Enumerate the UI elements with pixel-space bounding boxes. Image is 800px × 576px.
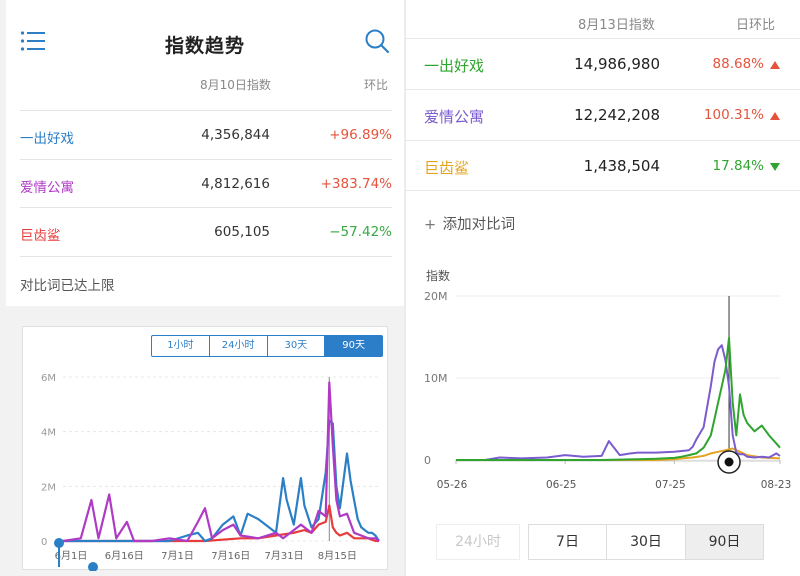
left-line-chart[interactable]: 02M4M6M6月1日 6月16日 7月1日 7月16日 7月31日 8月15日 xyxy=(23,327,389,571)
keyword-index-value: 1,438,504 xyxy=(583,157,660,175)
add-compare-button[interactable]: + 添加对比词 xyxy=(424,213,515,234)
range-start-handle[interactable] xyxy=(54,538,64,548)
add-compare-label: 添加对比词 xyxy=(442,217,516,233)
page-title: 指数趋势 xyxy=(164,35,245,57)
triangle-up-icon xyxy=(770,61,780,69)
y-tick-label: 10M xyxy=(424,372,448,385)
range-30-days-button[interactable]: 30日 xyxy=(606,524,685,560)
list-item[interactable]: 巨齿鲨 605,105 −57.42% xyxy=(20,207,392,256)
keyword-change: 100.31% xyxy=(703,107,764,123)
list-item[interactable]: 一出好戏 14,986,980 88.68% xyxy=(406,38,800,89)
keyword-index-value: 12,242,208 xyxy=(574,106,660,124)
range-end-handle[interactable] xyxy=(88,562,98,571)
keyword-change: +383.74% xyxy=(320,176,392,192)
keyword-name: 爱情公寓 xyxy=(424,108,485,126)
keyword-name: 爱情公寓 xyxy=(20,180,74,196)
keyword-index-value: 4,812,616 xyxy=(201,176,270,192)
cursor-handle-dot xyxy=(724,457,734,467)
y-tick-label: 0 xyxy=(41,537,47,548)
keyword-index-value: 605,105 xyxy=(214,224,270,240)
compare-limit-notice: 对比词已达上限 xyxy=(20,256,392,306)
range-7-days-button[interactable]: 7日 xyxy=(528,524,606,560)
x-tick-label: 06-25 xyxy=(546,479,577,491)
left-header: 指数趋势 xyxy=(6,0,404,78)
column-header-change: 环比 xyxy=(364,78,389,92)
x-tick-label: 7月1日 xyxy=(161,550,194,562)
x-tick-label: 07-25 xyxy=(655,479,686,491)
keyword-change: 17.84% xyxy=(712,158,764,174)
y-tick-label: 20M xyxy=(424,290,448,303)
list-item[interactable]: 爱情公寓 12,242,208 100.31% xyxy=(406,89,800,140)
triangle-up-icon xyxy=(770,112,780,120)
range-90-days-button[interactable]: 90日 xyxy=(685,524,764,560)
series-line-3 xyxy=(63,504,379,543)
x-tick-label: 08-23 xyxy=(761,479,792,491)
range-buttons: 24小时 7日 30日 90日 xyxy=(436,524,774,560)
right-screen: 8月13日指数 日环比 一出好戏 14,986,980 88.68% 爱情公寓 … xyxy=(406,0,800,576)
list-item[interactable]: 巨齿鲨 1,438,504 17.84% xyxy=(406,140,800,191)
x-tick-label: 05-26 xyxy=(437,479,468,491)
keyword-name: 巨齿鲨 xyxy=(424,159,470,177)
keyword-index-value: 14,986,980 xyxy=(574,55,660,73)
x-tick-label: 7月31日 xyxy=(264,550,303,562)
column-header-change: 日环比 xyxy=(736,18,776,33)
y-tick-label: 2M xyxy=(41,482,56,493)
series-line-1 xyxy=(456,336,781,461)
keyword-name: 巨齿鲨 xyxy=(20,228,61,244)
left-screen: 指数趋势 8月10日指数 环比 一出好戏 4,356,844 +96.89% 爱… xyxy=(0,0,404,576)
column-header-index: 8月10日指数 xyxy=(200,78,271,92)
search-icon[interactable] xyxy=(364,28,390,54)
range-24-hours-button: 24小时 xyxy=(436,524,520,560)
right-line-chart[interactable]: 指数 20M 10M 0 05-26 06-25 07-25 08-23 xyxy=(406,258,800,498)
keyword-name: 一出好戏 xyxy=(424,57,485,75)
list-item[interactable]: 一出好戏 4,356,844 +96.89% xyxy=(20,110,392,159)
compare-limit-text: 对比词已达上限 xyxy=(20,278,115,294)
x-tick-label: 7月16日 xyxy=(211,550,250,562)
keyword-change: 88.68% xyxy=(712,56,764,72)
column-header-index: 8月13日指数 xyxy=(578,18,655,33)
keyword-index-value: 4,356,844 xyxy=(201,127,270,143)
y-tick-label: 4M xyxy=(41,428,56,439)
keyword-name: 一出好戏 xyxy=(20,131,74,147)
y-axis-label: 指数 xyxy=(426,268,450,283)
keyword-change: −57.42% xyxy=(329,224,392,240)
plus-icon: + xyxy=(424,217,437,233)
keyword-change: +96.89% xyxy=(329,127,392,143)
y-tick-label: 6M xyxy=(41,373,56,384)
left-trend-chart: 1小时 24小时 30天 90天 0 2M 4M 6M 6月1日 6月16日 7月1日 7月1… xyxy=(22,326,389,571)
left-summary-card: 指数趋势 8月10日指数 环比 一出好戏 4,356,844 +96.89% 爱… xyxy=(6,0,404,306)
x-tick-label: 8月15日 xyxy=(318,550,357,562)
triangle-down-icon xyxy=(770,163,780,171)
y-tick-label: 0 xyxy=(424,454,431,467)
x-tick-label: 6月16日 xyxy=(105,550,144,562)
list-item[interactable]: 爱情公寓 4,812,616 +383.74% xyxy=(20,159,392,208)
